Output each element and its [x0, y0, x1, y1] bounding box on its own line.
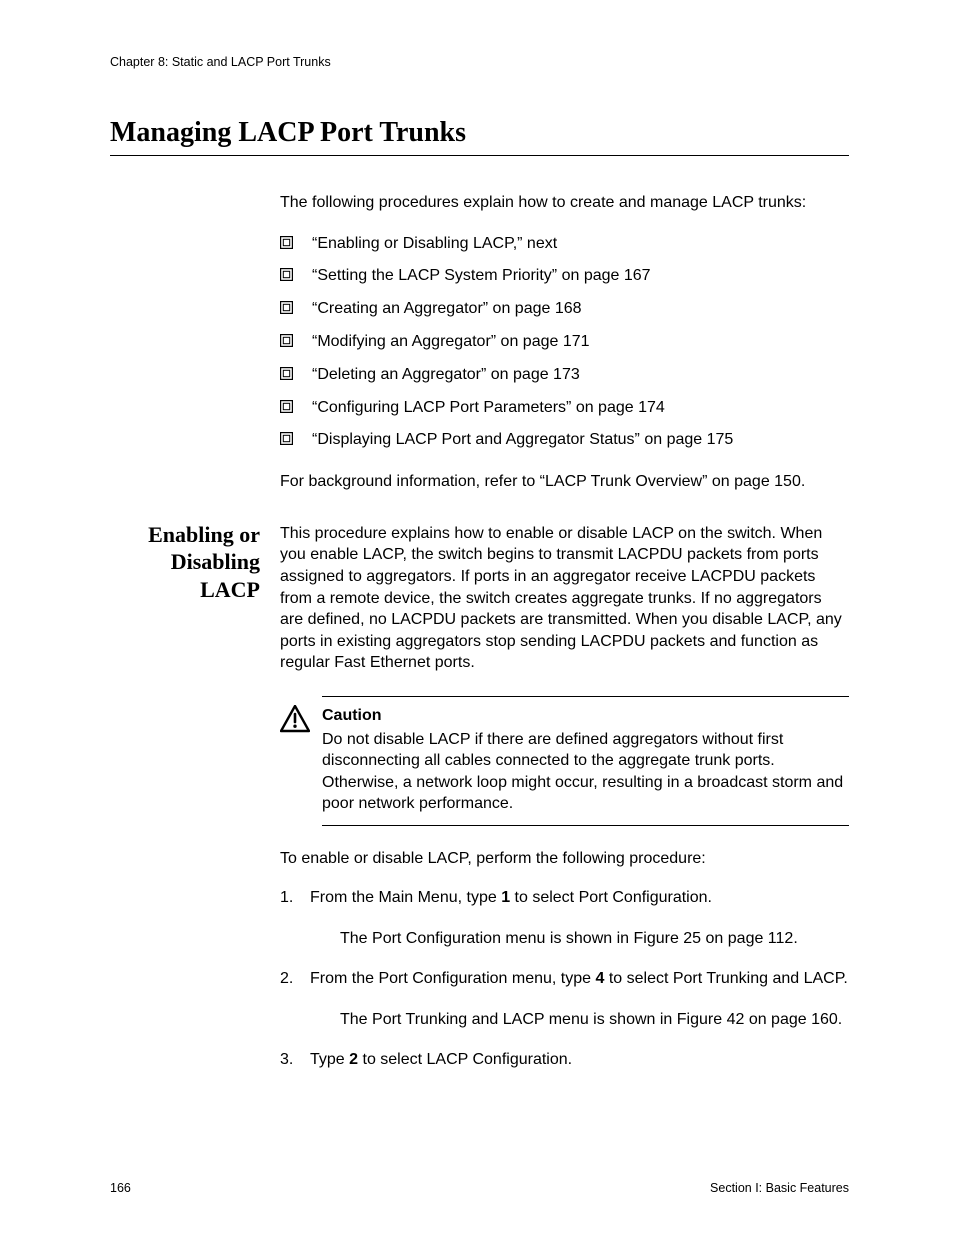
step-text-pre: From the Port Configuration menu, type	[310, 970, 595, 987]
subsection-body: This procedure explains how to enable or…	[280, 523, 849, 674]
list-item-label: “Creating an Aggregator” on page 168	[312, 300, 582, 317]
caution-bottom-rule	[322, 825, 849, 826]
list-item-label: “Enabling or Disabling LACP,” next	[312, 235, 557, 252]
checkbox-icon	[280, 432, 293, 445]
caution-text: Do not disable LACP if there are defined…	[322, 731, 843, 813]
step-text-pre: From the Main Menu, type	[310, 889, 501, 906]
procedure-steps: From the Main Menu, type 1 to select Por…	[280, 887, 849, 1071]
background-reference: For background information, refer to “LA…	[280, 471, 849, 493]
checkbox-icon	[280, 400, 293, 413]
subsection-heading-line2: Disabling LACP	[171, 549, 260, 602]
step-item: Type 2 to select LACP Configuration.	[280, 1049, 849, 1071]
caution-block: Caution Do not disable LACP if there are…	[280, 696, 849, 826]
list-item-label: “Deleting an Aggregator” on page 173	[312, 366, 580, 383]
intro-paragraph: The following procedures explain how to …	[280, 192, 849, 214]
list-item: “Displaying LACP Port and Aggregator Sta…	[280, 428, 849, 453]
list-item: “Modifying an Aggregator” on page 171	[280, 330, 849, 355]
list-item: “Deleting an Aggregator” on page 173	[280, 363, 849, 388]
step-text-pre: Type	[310, 1051, 349, 1068]
checkbox-icon	[280, 268, 293, 281]
step-note: The Port Configuration menu is shown in …	[310, 928, 849, 950]
list-item-label: “Setting the LACP System Priority” on pa…	[312, 267, 651, 284]
step-key: 1	[501, 889, 510, 906]
step-text-post: to select Port Configuration.	[510, 889, 712, 906]
checkbox-icon	[280, 236, 293, 249]
checkbox-icon	[280, 334, 293, 347]
title-rule	[110, 155, 849, 156]
step-item: From the Main Menu, type 1 to select Por…	[280, 887, 849, 950]
step-text-post: to select LACP Configuration.	[358, 1051, 572, 1068]
caution-title: Caution	[322, 705, 849, 727]
subsection-heading-line1: Enabling or	[148, 522, 260, 547]
warning-icon	[280, 705, 310, 733]
page-number: 166	[110, 1181, 131, 1195]
list-item: “Configuring LACP Port Parameters” on pa…	[280, 396, 849, 421]
step-key: 2	[349, 1051, 358, 1068]
list-item: “Setting the LACP System Priority” on pa…	[280, 264, 849, 289]
topic-list: “Enabling or Disabling LACP,” next “Sett…	[280, 232, 849, 454]
running-header: Chapter 8: Static and LACP Port Trunks	[110, 55, 849, 69]
step-item: From the Port Configuration menu, type 4…	[280, 968, 849, 1031]
section-label: Section I: Basic Features	[710, 1181, 849, 1195]
list-item-label: “Displaying LACP Port and Aggregator Sta…	[312, 431, 733, 448]
caution-top-rule	[322, 696, 849, 697]
step-note: The Port Trunking and LACP menu is shown…	[310, 1009, 849, 1031]
checkbox-icon	[280, 367, 293, 380]
page-title: Managing LACP Port Trunks	[110, 117, 849, 149]
list-item: “Creating an Aggregator” on page 168	[280, 297, 849, 322]
list-item-label: “Configuring LACP Port Parameters” on pa…	[312, 399, 665, 416]
procedure-lead: To enable or disable LACP, perform the f…	[280, 848, 849, 870]
list-item: “Enabling or Disabling LACP,” next	[280, 232, 849, 257]
checkbox-icon	[280, 301, 293, 314]
subsection-heading: Enabling or Disabling LACP	[110, 521, 280, 604]
step-text-post: to select Port Trunking and LACP.	[604, 970, 847, 987]
list-item-label: “Modifying an Aggregator” on page 171	[312, 333, 590, 350]
